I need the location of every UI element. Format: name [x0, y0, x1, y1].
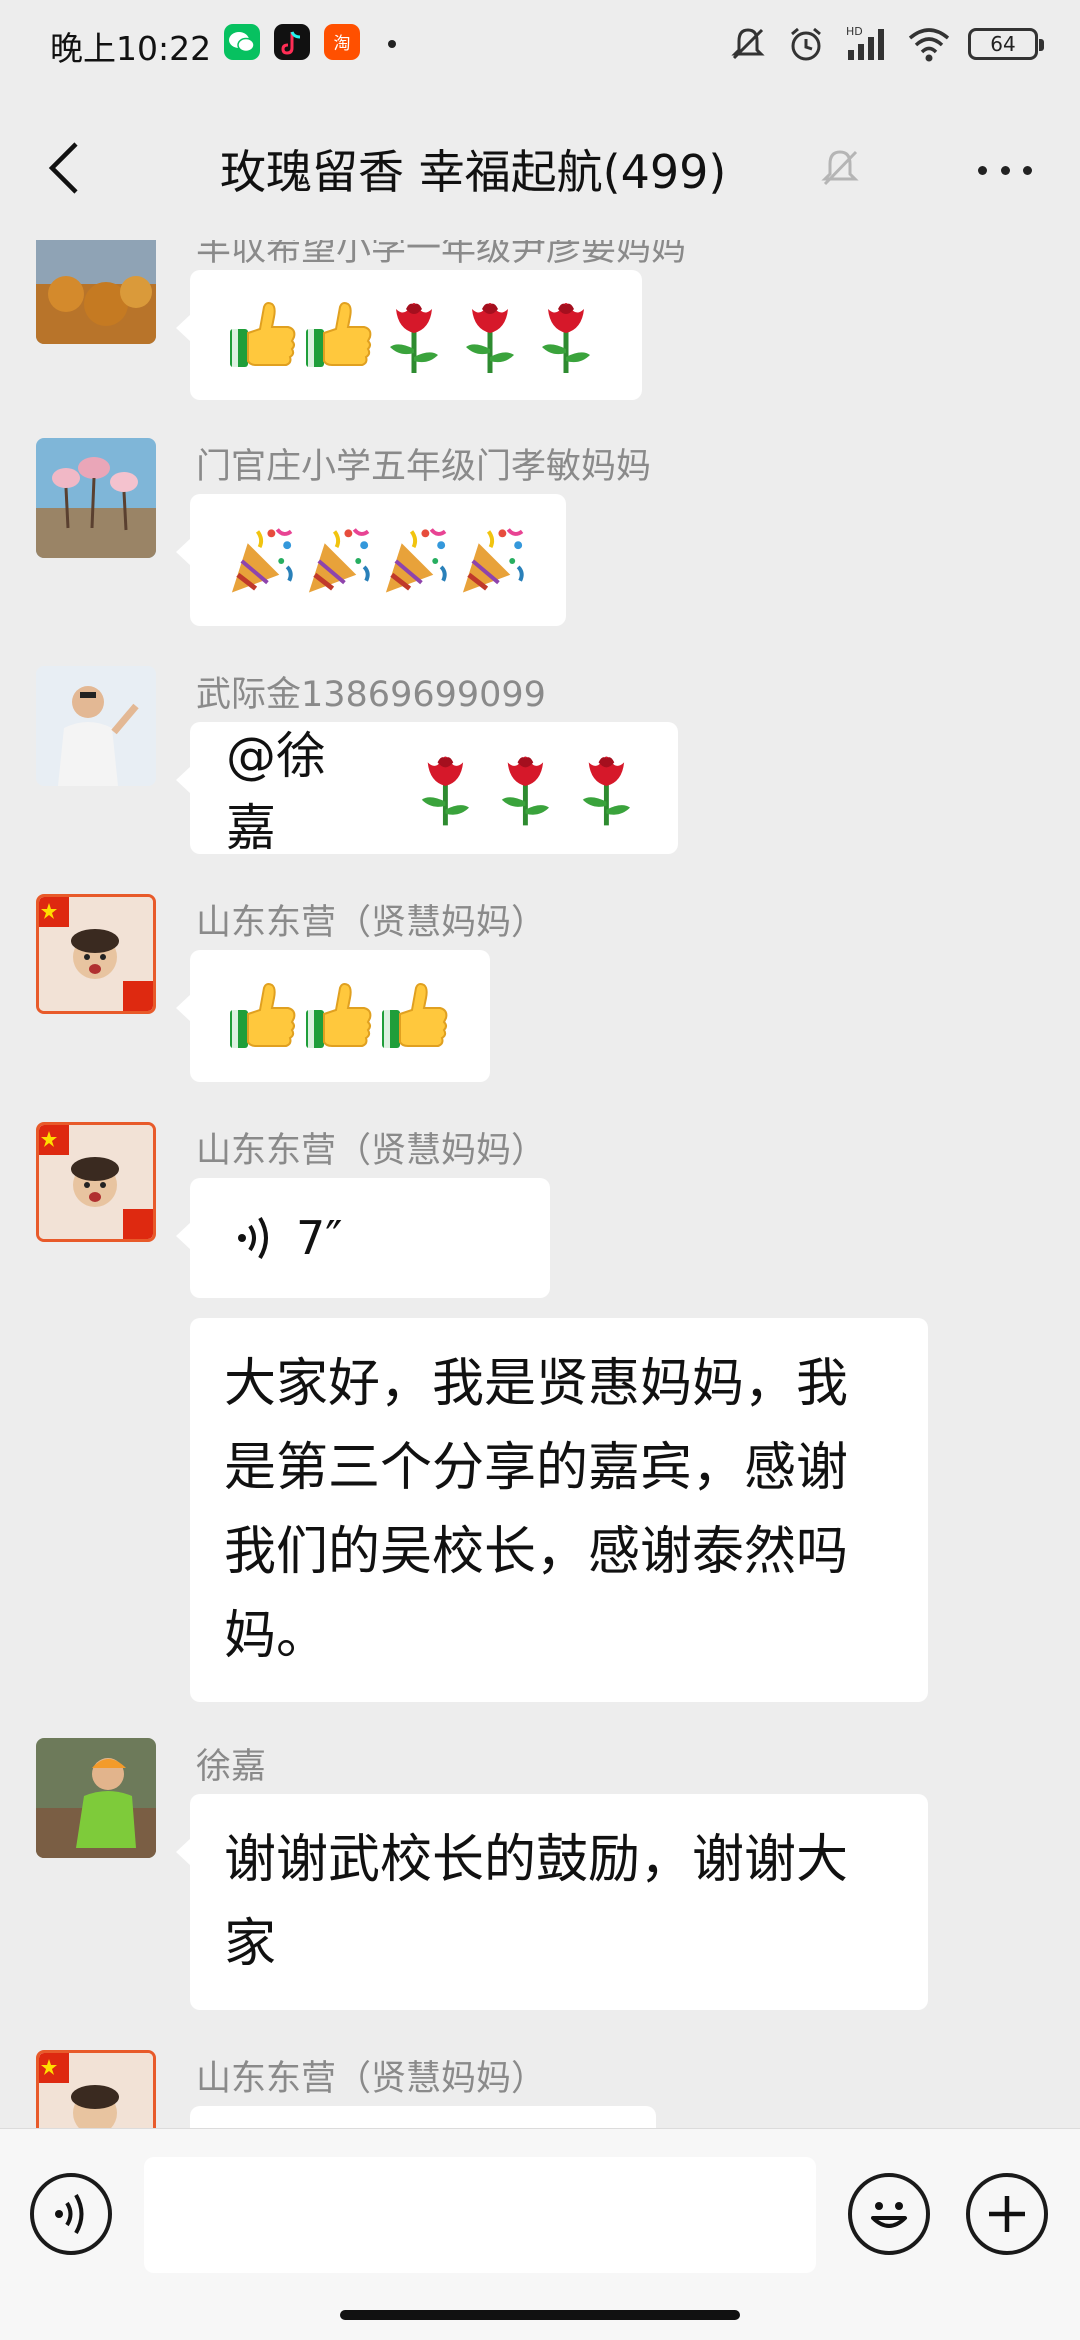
party-popper-icon [303, 523, 376, 597]
avatar[interactable] [36, 1738, 156, 1858]
sender-name: 山东东营（贤慧妈妈） [196, 903, 547, 943]
plus-button[interactable] [966, 2173, 1048, 2255]
message-list[interactable]: 丰収希望小学一年级尹彦要妈妈 门官庄小学五年级门孝敏妈妈 武际金13869699… [0, 240, 1080, 2128]
message-bubble[interactable] [176, 950, 490, 1082]
emoji-button[interactable] [848, 2173, 930, 2255]
chat-title[interactable]: 玫瑰留香 幸福起航(499) [220, 136, 726, 202]
message-bubble[interactable] [176, 494, 566, 626]
thumbs-up-icon [226, 980, 298, 1052]
thumbs-up-icon [302, 980, 374, 1052]
status-time: 晚上10:22 [50, 29, 212, 68]
sender-name: 武际金13869699099 [196, 675, 546, 715]
avatar[interactable] [36, 1122, 156, 1242]
avatar[interactable] [36, 438, 156, 558]
sender-name: 山东东营（贤慧妈妈） [196, 1131, 547, 1171]
message-input[interactable] [144, 2157, 816, 2273]
thumbs-up-icon [302, 299, 374, 371]
signal-icon: HD [846, 25, 884, 60]
party-popper-icon [380, 523, 453, 597]
party-popper-icon [457, 523, 530, 597]
svg-text:淘: 淘 [334, 34, 351, 54]
status-icons: HD 64 [728, 22, 1044, 66]
avatar[interactable] [36, 240, 156, 344]
mention-text: @徐嘉 [226, 727, 326, 857]
voice-input-icon [55, 2193, 84, 2235]
back-button[interactable] [34, 136, 94, 200]
input-bar [0, 2128, 1080, 2340]
avatar[interactable] [36, 2050, 156, 2128]
bell-off-icon [821, 150, 859, 186]
voice-input-button[interactable] [30, 2173, 112, 2255]
chevron-left-icon [48, 142, 78, 194]
notification-dot [388, 40, 396, 48]
voice-message-bubble[interactable]: 7″ [176, 1178, 550, 1298]
status-bar: 晚上10:22 淘 HD 64 [0, 0, 1080, 100]
thumbs-up-icon [378, 980, 450, 1052]
rose-icon [454, 295, 526, 375]
more-dots-icon [978, 165, 987, 175]
message-bubble[interactable] [176, 270, 642, 400]
chat-header: 玫瑰留香 幸福起航(499) [0, 100, 1080, 240]
message-bubble[interactable] [190, 2106, 656, 2128]
battery-level: 64 [990, 32, 1016, 56]
avatar[interactable] [36, 666, 156, 786]
rose-icon [378, 295, 450, 375]
sender-name: 丰収希望小学一年级尹彦要妈妈 [196, 240, 687, 269]
rose-icon [530, 295, 602, 375]
sender-name: 山东东营（贤慧妈妈） [196, 2059, 547, 2099]
smiley-icon [871, 2202, 907, 2228]
sender-name: 门官庄小学五年级门孝敏妈妈 [196, 447, 652, 487]
hd-label: HD [846, 25, 863, 38]
thumbs-up-icon [226, 299, 298, 371]
wifi-icon [908, 28, 950, 62]
wechat-icon [224, 24, 260, 60]
mute-bell-icon [731, 28, 765, 60]
sender-name: 徐嘉 [196, 1747, 267, 1787]
home-indicator[interactable] [340, 2310, 740, 2320]
alarm-icon [791, 27, 821, 61]
battery-icon: 64 [968, 28, 1044, 60]
rose-icon [571, 748, 642, 828]
taobao-icon: 淘 [324, 24, 360, 60]
more-button[interactable] [970, 150, 1040, 190]
message-bubble[interactable]: @徐嘉 [176, 722, 678, 857]
tiktok-icon [274, 24, 310, 60]
avatar[interactable] [36, 894, 156, 1014]
voice-wave-icon [238, 1216, 268, 1260]
rose-icon [410, 748, 481, 828]
message-bubble[interactable]: 谢谢武校长的鼓励，谢谢大家 [176, 1794, 928, 2010]
party-popper-icon [226, 523, 299, 597]
rose-icon [490, 748, 561, 828]
plus-icon [989, 2196, 1025, 2232]
voice-duration: 7″ [296, 1211, 343, 1265]
message-bubble[interactable]: 大家好，我是贤惠妈妈，我是第三个分享的嘉宾，感谢我们的吴校长，感谢泰然吗妈。 [190, 1318, 928, 1702]
